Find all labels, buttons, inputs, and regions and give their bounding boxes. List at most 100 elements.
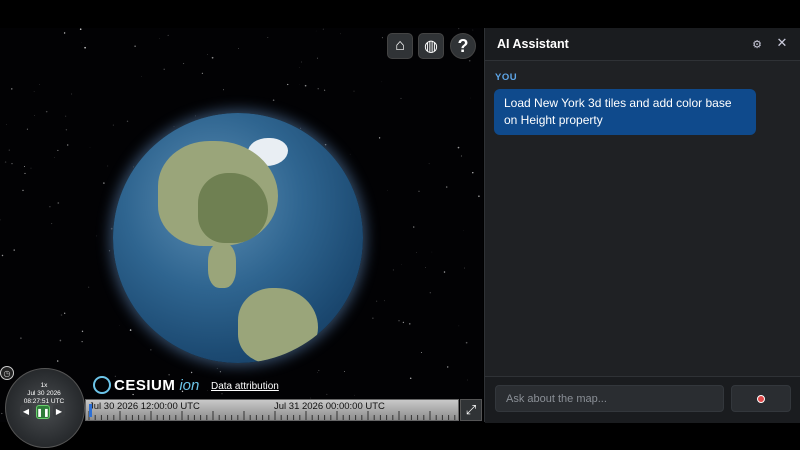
- star: [372, 317, 374, 319]
- home-icon: ⌂: [395, 37, 405, 54]
- star: [207, 390, 208, 392]
- ai-assistant-panel: AI Assistant ⚙ ✕ YOU Load New York 3d ti…: [484, 28, 800, 423]
- star: [317, 88, 319, 90]
- timeline-needle[interactable]: [89, 404, 92, 417]
- app-frame: ⌂ ◍ ? ◷ 1x Jul 30 2026 08:27:51 UTC ◀ ❚❚…: [0, 0, 800, 450]
- star: [381, 81, 383, 83]
- star: [108, 250, 111, 252]
- star: [88, 286, 90, 288]
- star: [33, 91, 35, 92]
- animation-speed: 1x: [40, 382, 48, 389]
- play-forward-icon: ▶: [55, 406, 63, 416]
- star: [34, 115, 35, 116]
- fullscreen-button[interactable]: ⤢: [460, 399, 482, 421]
- star: [107, 165, 109, 167]
- play-reverse-icon: ◀: [22, 406, 30, 416]
- star: [472, 29, 474, 31]
- cesium-logo-icon: [93, 376, 111, 394]
- star: [378, 137, 381, 139]
- base-layer-picker-button[interactable]: ◍: [418, 33, 444, 59]
- star: [416, 252, 417, 253]
- play-forward-button[interactable]: ▶: [53, 405, 65, 417]
- play-reverse-button[interactable]: ◀: [20, 405, 32, 417]
- star: [398, 320, 400, 322]
- star: [376, 300, 378, 302]
- star: [60, 314, 63, 316]
- star: [81, 341, 83, 343]
- star: [103, 182, 105, 184]
- star: [287, 83, 289, 86]
- star: [326, 393, 328, 395]
- star: [49, 205, 51, 208]
- timeline[interactable]: Jul 30 2026 12:00:00 UTC Jul 31 2026 00:…: [85, 399, 459, 421]
- settings-icon[interactable]: ⚙: [750, 37, 764, 51]
- star: [460, 155, 462, 157]
- star: [428, 163, 430, 165]
- help-button[interactable]: ?: [450, 33, 476, 59]
- star: [317, 372, 318, 373]
- earth-globe[interactable]: [113, 113, 363, 363]
- star: [54, 157, 55, 158]
- star: [59, 339, 62, 342]
- send-icon: [757, 394, 765, 403]
- star: [409, 377, 412, 379]
- data-attribution-link[interactable]: Data attribution: [211, 381, 279, 392]
- globe-icon: ◍: [424, 38, 438, 55]
- star: [344, 371, 345, 373]
- star: [392, 269, 394, 271]
- star: [207, 54, 208, 55]
- home-button[interactable]: ⌂: [387, 33, 413, 59]
- star: [457, 146, 460, 149]
- message-role-label: YOU: [495, 72, 518, 83]
- star: [45, 110, 48, 113]
- star: [322, 28, 324, 30]
- user-message: Load New York 3d tiles and add color bas…: [494, 89, 756, 135]
- north-america-east: [198, 173, 268, 243]
- star: [478, 195, 480, 198]
- star: [67, 144, 69, 146]
- fullscreen-icon: ⤢: [465, 402, 477, 417]
- send-button[interactable]: [731, 385, 791, 412]
- star: [216, 367, 218, 369]
- star: [57, 149, 59, 151]
- star: [409, 323, 411, 325]
- star: [425, 267, 426, 268]
- star: [24, 166, 26, 168]
- star: [340, 33, 341, 35]
- help-icon: ?: [457, 35, 469, 56]
- star: [222, 89, 225, 91]
- chat-input-bar: [485, 376, 800, 423]
- pause-button[interactable]: ❚❚: [36, 405, 50, 419]
- star: [79, 28, 82, 30]
- close-icon[interactable]: ✕: [775, 35, 789, 50]
- star: [465, 341, 468, 344]
- star: [429, 292, 431, 294]
- star: [272, 99, 275, 101]
- star: [400, 97, 402, 99]
- star: [84, 46, 86, 49]
- star: [11, 88, 13, 90]
- star: [467, 379, 468, 381]
- star: [112, 124, 114, 126]
- star: [129, 329, 132, 331]
- star: [6, 124, 7, 125]
- star: [221, 393, 223, 395]
- star: [299, 66, 300, 68]
- star: [211, 56, 214, 59]
- star: [126, 120, 129, 123]
- star: [51, 223, 53, 225]
- star: [316, 57, 319, 59]
- logo-suffix: ion: [179, 376, 200, 394]
- star: [219, 371, 222, 373]
- panel-header: AI Assistant ⚙ ✕: [485, 28, 800, 61]
- cesium-ion-logo[interactable]: CESIUM ion: [93, 375, 199, 395]
- star: [458, 28, 460, 30]
- star: [96, 235, 98, 237]
- star: [57, 202, 60, 204]
- star: [446, 366, 449, 368]
- star: [470, 97, 471, 99]
- chat-input[interactable]: [495, 385, 724, 412]
- star: [167, 34, 169, 36]
- star: [412, 226, 415, 228]
- star: [304, 84, 307, 87]
